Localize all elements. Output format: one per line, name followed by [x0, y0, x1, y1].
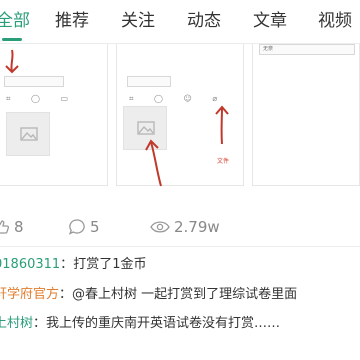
- comment-text: @春上村树 一起打赏到了理综试卷里面: [72, 287, 298, 302]
- like-stat[interactable]: 8: [0, 218, 24, 236]
- view-stat: 2.79w: [150, 218, 220, 236]
- comment-count: 5: [90, 218, 100, 236]
- tab-articles[interactable]: 文章: [253, 10, 287, 32]
- tab-follow[interactable]: 关注: [121, 10, 155, 32]
- screenshot-panel-left: ⌗ ◯ ▭: [0, 44, 108, 186]
- comment-username[interactable]: 轩学府官方: [0, 287, 59, 302]
- image-placeholder-icon: [6, 112, 50, 156]
- comment-item[interactable]: 01860311：打赏了1金币: [0, 254, 354, 276]
- tab-all[interactable]: 全部: [0, 10, 30, 32]
- red-arrow-icon: [5, 49, 19, 74]
- mini-toolbar-icons: ⌗ ◯ ▭: [6, 94, 78, 103]
- comment-separator: ：: [33, 316, 47, 331]
- red-arrow-icon: [145, 139, 162, 187]
- tab-recommend[interactable]: 推荐: [55, 10, 89, 32]
- comment-text: 我上传的重庆南开英语试卷没有打赏……: [46, 316, 281, 331]
- screenshot-panel-middle: ⌗ ◯ ☺ ⌀ 文件: [116, 44, 244, 187]
- mini-dropdown: 无奈: [259, 44, 355, 55]
- red-arrow-icon: [215, 105, 229, 145]
- comment-username[interactable]: 01860311: [0, 257, 60, 272]
- mini-toolbar-icons: ⌗ ◯ ☺ ⌀: [129, 94, 227, 103]
- comment-separator: ：: [60, 257, 74, 272]
- like-icon: [0, 220, 10, 234]
- comment-text: 打赏了1金币: [73, 257, 147, 272]
- mini-dropdown: [127, 76, 171, 87]
- comment-separator: ：: [59, 287, 73, 302]
- post-screenshot-image[interactable]: ⌗ ◯ ▭ ⌗ ◯ ☺ ⌀ 文件 无奈: [0, 44, 360, 204]
- comment-icon: [68, 219, 85, 235]
- tab-videos[interactable]: 视频: [318, 10, 352, 32]
- screenshot-panel-right: 无奈: [252, 44, 360, 186]
- comment-stat[interactable]: 5: [68, 218, 100, 236]
- post-stats: 8 5 2.79w: [0, 214, 360, 242]
- tab-dynamic[interactable]: 动态: [187, 10, 221, 32]
- top-tab-bar: 全部 推荐 关注 动态 文章 视频: [0, 0, 360, 44]
- mini-dropdown: [4, 76, 64, 87]
- comment-username[interactable]: 上村树: [0, 316, 33, 331]
- eye-icon: [150, 221, 170, 233]
- like-count: 8: [14, 218, 24, 236]
- active-tab-indicator: [2, 38, 22, 41]
- view-count: 2.79w: [174, 218, 220, 236]
- comment-item[interactable]: 上村树：我上传的重庆南开英语试卷没有打赏……: [0, 313, 354, 335]
- comment-item[interactable]: 轩学府官方：@春上村树 一起打赏到了理综试卷里面: [0, 284, 354, 306]
- divider: [0, 246, 360, 247]
- annotation-label: 文件: [217, 158, 230, 165]
